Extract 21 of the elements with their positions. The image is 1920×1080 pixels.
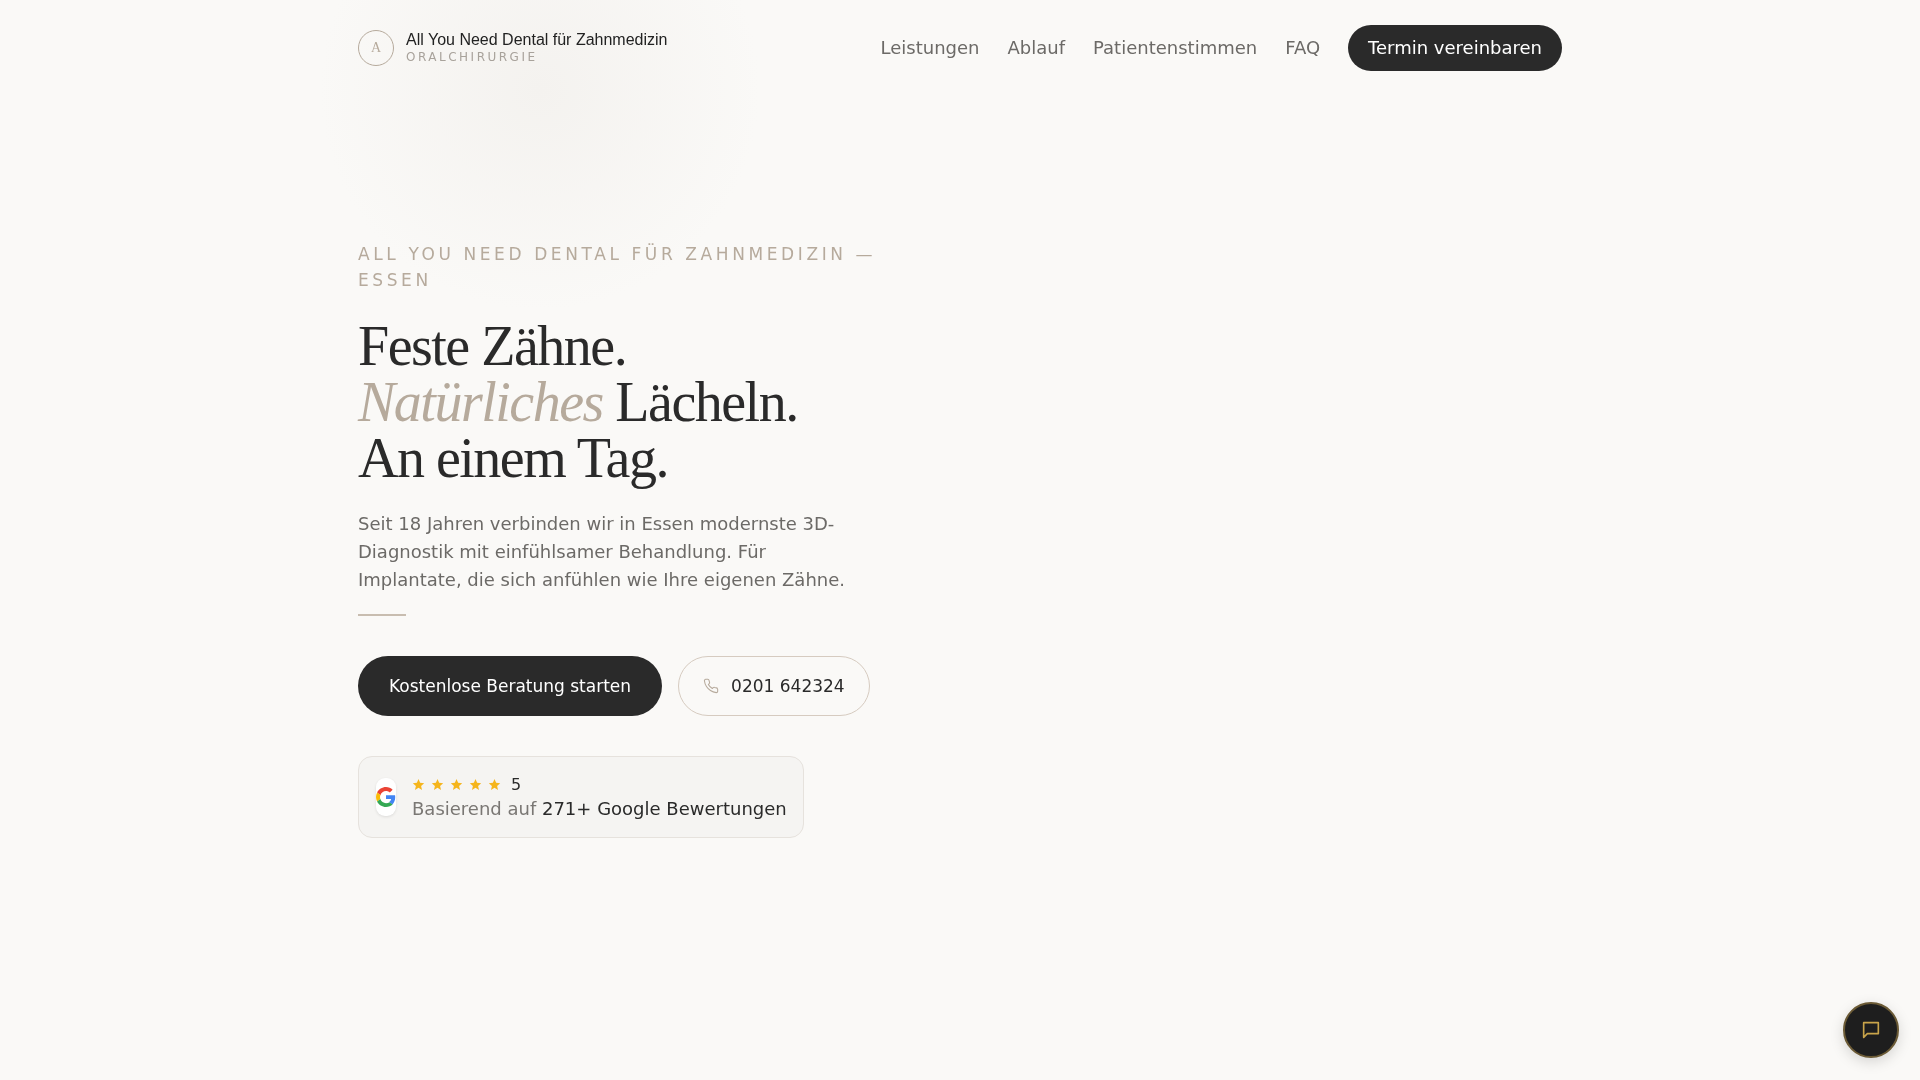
rating-value: 5 [511, 775, 522, 794]
chat-bubble-icon [1860, 1019, 1882, 1041]
star-icon [412, 778, 425, 791]
review-summary: Basierend auf 271+ Google Bewertungen [412, 798, 787, 819]
consultation-button[interactable]: Kostenlose Beratung starten [358, 656, 663, 716]
brand-subtitle: ORALCHIRURGIE [406, 50, 539, 64]
phone-icon [703, 678, 720, 694]
star-icon [431, 778, 444, 791]
appointment-button[interactable]: Termin vereinbaren [1348, 24, 1562, 71]
chat-button[interactable] [1843, 1002, 1899, 1058]
nav-link[interactable]: Ablauf [1007, 37, 1066, 58]
star-icon [488, 778, 501, 791]
google-logo-icon [376, 778, 396, 816]
star-icon [469, 778, 482, 791]
intro-paragraph: Seit 18 Jahren verbinden wir in Essen modernste 3D-Diagnostik mit einfühlsamer Behandlung. Für Implantate, die sich anfühlen wie Ihre eigenen Zähne. [358, 512, 846, 592]
eyebrow-text: ALL YOU NEED DENTAL FÜR ZAHNMEDIZIN — ESSEN [358, 242, 878, 292]
nav-link[interactable]: FAQ [1285, 37, 1321, 58]
nav-link[interactable]: Leistungen [880, 37, 980, 58]
brand-name: All You Need Dental für Zahnmedizin [406, 31, 668, 49]
nav-link[interactable]: Patientenstimmen [1093, 37, 1258, 58]
star-icon [450, 778, 463, 791]
